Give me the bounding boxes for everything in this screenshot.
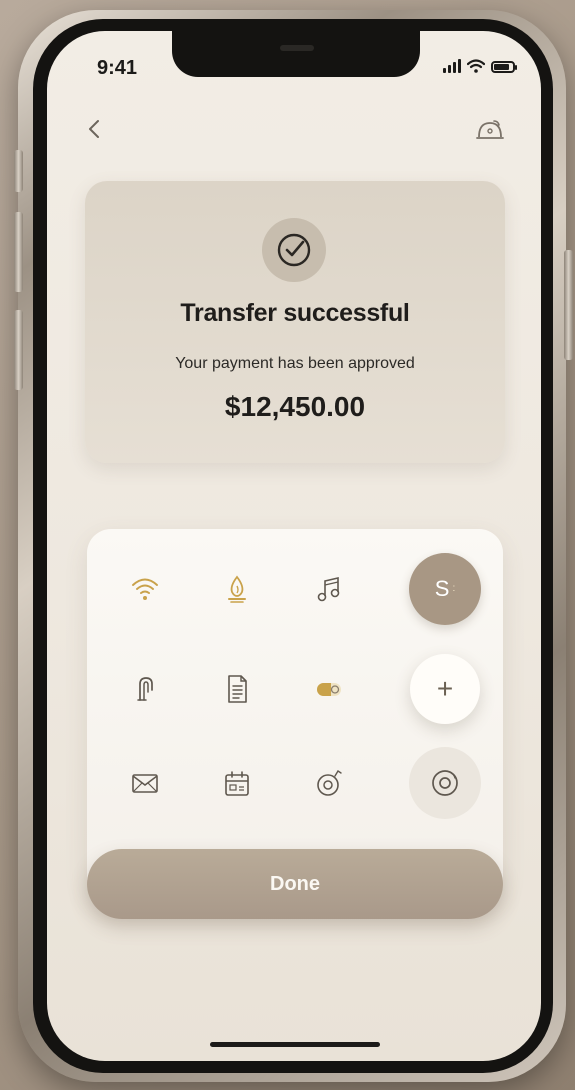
tile-lamp[interactable] <box>205 557 269 621</box>
add-button[interactable]: + <box>410 654 480 724</box>
back-button[interactable] <box>83 117 107 141</box>
plus-icon: + <box>436 673 454 704</box>
music-notes-icon <box>317 576 340 602</box>
s-button-label: S <box>434 576 450 601</box>
tile-disc[interactable] <box>297 751 361 815</box>
tile-hook[interactable] <box>113 657 177 721</box>
lens-icon <box>432 770 458 796</box>
tile-document[interactable] <box>205 657 269 721</box>
tile-calendar[interactable] <box>205 751 269 815</box>
wifi-status-icon <box>467 59 485 73</box>
chevron-left-icon <box>89 120 99 138</box>
check-circle-icon <box>277 233 311 267</box>
tile-wifi[interactable] <box>113 557 177 621</box>
drop-lamp-icon <box>228 575 246 603</box>
battery-icon <box>491 61 517 73</box>
support-button[interactable] <box>475 117 505 143</box>
calendar-icon <box>225 771 249 796</box>
success-card: Transfer successful Your payment has bee… <box>85 181 505 463</box>
phone-screen: 9:41 Transfer successful Your payment ha… <box>47 31 541 1061</box>
mail-icon <box>132 774 158 793</box>
wifi-icon <box>132 578 158 600</box>
cellular-signal-icon <box>443 59 461 73</box>
hook-icon <box>137 677 153 701</box>
home-indicator[interactable] <box>210 1042 380 1047</box>
power-button <box>564 250 573 360</box>
lens-button[interactable] <box>409 747 481 819</box>
success-title: Transfer successful <box>180 299 410 327</box>
disc-icon <box>317 770 342 796</box>
document-icon <box>228 675 247 703</box>
toggle-icon <box>317 683 341 696</box>
success-subtitle: Your payment has been approved <box>175 355 415 372</box>
status-icons <box>443 59 517 73</box>
volume-up-button <box>14 212 23 292</box>
transfer-amount: $12,450.00 <box>224 391 366 422</box>
s-button[interactable]: S : <box>409 553 481 625</box>
tile-music[interactable] <box>297 557 361 621</box>
done-button[interactable]: Done <box>87 849 503 919</box>
notch <box>172 31 420 77</box>
success-badge <box>262 218 326 282</box>
mute-switch <box>14 150 23 192</box>
volume-down-button <box>14 310 23 390</box>
status-time: 9:41 <box>97 57 138 79</box>
dots-icon: : <box>452 583 456 594</box>
support-agent-icon <box>476 120 504 139</box>
quick-actions-grid: S : + <box>87 529 503 901</box>
tile-toggle[interactable] <box>297 657 361 721</box>
tile-mail[interactable] <box>113 751 177 815</box>
